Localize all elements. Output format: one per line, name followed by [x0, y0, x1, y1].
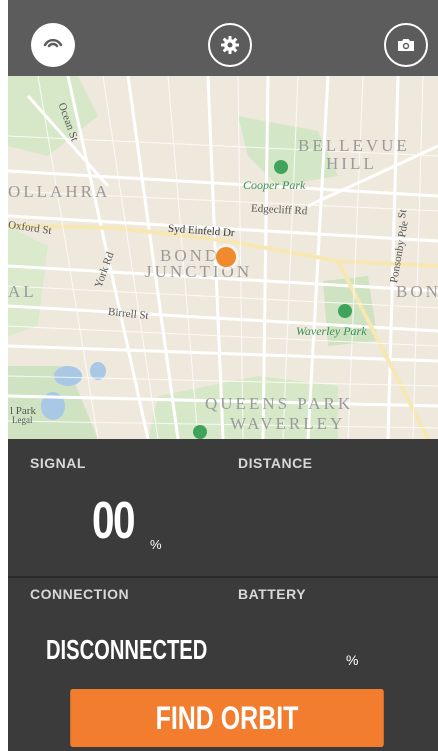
camera-button[interactable]	[384, 23, 428, 67]
orbit-logo-icon	[43, 38, 63, 48]
map-legal-link[interactable]: Legal	[12, 415, 33, 425]
location-pin-icon	[216, 247, 236, 267]
app-screen: BELLEVUE HILL OLLAHRA BONDI JUNCTION BON…	[8, 0, 438, 751]
gear-icon	[221, 36, 239, 54]
find-orbit-button[interactable]: FIND ORBIT	[70, 689, 384, 747]
connection-status: DISCONNECTED	[46, 634, 208, 665]
top-bar	[8, 0, 438, 76]
signal-unit: %	[150, 537, 162, 552]
map-label-waverley: WAVERLEY	[230, 414, 346, 433]
battery-unit: %	[346, 652, 359, 668]
map-label-st-right: St	[395, 208, 410, 220]
settings-button[interactable]	[208, 23, 252, 67]
map-label-al: AL	[8, 282, 37, 301]
map-view[interactable]: BELLEVUE HILL OLLAHRA BONDI JUNCTION BON…	[8, 76, 438, 439]
map-label-waverley-park: Waverley Park	[296, 324, 367, 338]
signal-label: SIGNAL	[30, 455, 86, 471]
map-label-bellevue: BELLEVUE	[298, 136, 410, 155]
signal-distance-panel: SIGNAL DISTANCE 00 %	[8, 439, 438, 578]
map-label-hill: HILL	[326, 154, 377, 173]
battery-label: BATTERY	[238, 586, 307, 602]
map-label-bon: BON	[396, 282, 438, 301]
orbit-logo-button[interactable]	[31, 23, 75, 67]
distance-label: DISTANCE	[238, 455, 313, 471]
map-label-junction: JUNCTION	[145, 262, 253, 281]
map-label-woollahra: OLLAHRA	[8, 182, 111, 201]
connection-label: CONNECTION	[30, 586, 130, 602]
signal-value: 00	[92, 492, 136, 550]
map-label-queens-park: QUEENS PARK	[205, 394, 354, 413]
camera-icon	[398, 39, 414, 51]
map-label-cooper-park: Cooper Park	[243, 178, 306, 192]
